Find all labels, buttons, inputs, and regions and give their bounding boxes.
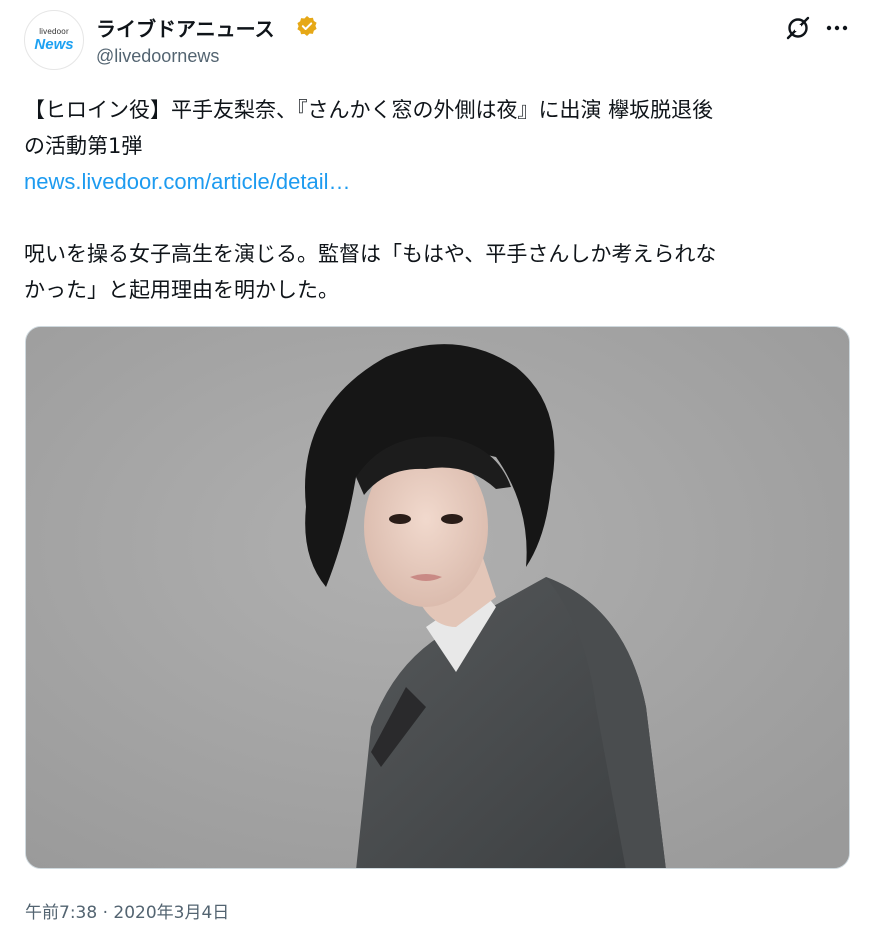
tweet-text-line: 【ヒロイン役】平手友梨奈、『さんかく窓の外側は夜』に出演 欅坂脱退後 bbox=[24, 98, 714, 122]
avatar[interactable]: livedoor News bbox=[24, 10, 84, 70]
tweet-text-line: 呪いを操る女子高生を演じる。監督は「もはや、平手さんしか考えられな bbox=[24, 242, 717, 266]
author-display-name[interactable]: ライブドアニュース bbox=[96, 13, 275, 42]
verified-badge-icon bbox=[297, 16, 317, 36]
avatar-logo-brand: News bbox=[34, 36, 74, 53]
more-icon[interactable] bbox=[823, 16, 851, 40]
tweet-text-line: の活動第1弾 bbox=[24, 134, 143, 158]
avatar-logo-text: livedoor bbox=[39, 27, 69, 36]
author-handle[interactable]: @livedoornews bbox=[96, 46, 219, 67]
tweet-text-line: かった」と起用理由を明かした。 bbox=[24, 278, 339, 302]
tweet-text: 【ヒロイン役】平手友梨奈、『さんかく窓の外側は夜』に出演 欅坂脱退後 の活動第1… bbox=[24, 92, 854, 308]
grok-icon[interactable] bbox=[784, 14, 812, 42]
portrait-photo bbox=[26, 327, 849, 868]
tweet-timestamp[interactable]: 午前7:38 · 2020年3月4日 bbox=[25, 898, 229, 923]
tweet-photo[interactable] bbox=[25, 326, 850, 869]
article-link[interactable]: news.livedoor.com/article/detail… bbox=[24, 164, 854, 200]
tweet-card: livedoor News ライブドアニュース @livedoornews 【ヒ… bbox=[0, 0, 870, 939]
